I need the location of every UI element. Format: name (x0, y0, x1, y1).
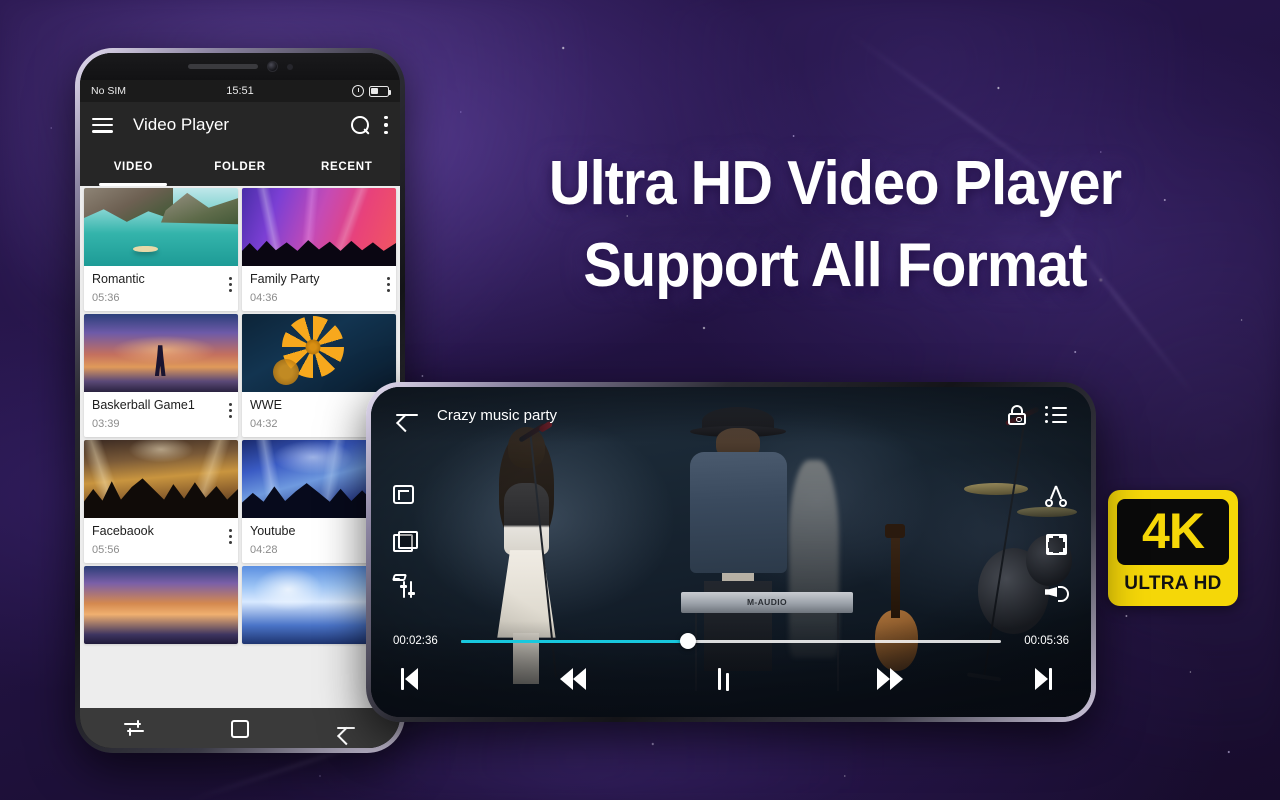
video-title: Romantic (92, 272, 145, 286)
tab-video[interactable]: VIDEO (80, 148, 187, 186)
scissors-cut-icon[interactable] (1045, 485, 1067, 507)
video-card-partial[interactable] (84, 566, 238, 644)
seek-row: 00:02:36 00:05:36 (393, 633, 1069, 649)
video-card[interactable]: Baskerball Game1 03:39 (84, 314, 238, 437)
video-player-app-screen: No SIM 15:51 Video Player VIDEO FOLDER R… (80, 53, 400, 748)
player-top-bar: Crazy music party (371, 387, 1091, 443)
proximity-sensor-icon (286, 63, 293, 70)
video-options-icon[interactable] (228, 403, 232, 418)
video-options-icon[interactable] (228, 529, 232, 544)
headline-line-2: Support All Format (583, 230, 1087, 300)
video-playback-screen: M-AUDIO Crazy music party (371, 387, 1091, 717)
video-title: Family Party (250, 272, 320, 286)
search-icon[interactable] (351, 115, 370, 135)
video-card[interactable]: Facebaook 05:56 (84, 440, 238, 563)
front-camera-icon (266, 61, 278, 72)
battery-icon (369, 85, 392, 97)
4k-label: 4K (1142, 503, 1205, 559)
video-thumbnail (84, 314, 238, 392)
hamburger-menu-icon[interactable] (92, 117, 113, 133)
unlock-icon[interactable] (1007, 404, 1027, 426)
video-duration: 05:36 (92, 292, 120, 304)
4k-ultra-hd-badge: 4K ULTRA HD (1108, 490, 1238, 606)
4k-badge-inner: 4K (1117, 499, 1229, 565)
right-phone-mockup: M-AUDIO Crazy music party (366, 382, 1096, 722)
video-grid[interactable]: Romantic 05:36 Family Party 04:36 Basker… (80, 186, 400, 708)
phone-top-bezel (80, 53, 400, 80)
marketing-headline: Ultra HD Video Player Support All Format (482, 143, 1189, 307)
video-title: Baskerball Game1 (92, 398, 195, 412)
video-meta: Romantic 05:36 (84, 266, 238, 311)
earpiece-grille (187, 64, 258, 69)
player-left-tools (391, 485, 418, 600)
android-nav-bar (80, 708, 400, 748)
fast-forward-icon[interactable] (876, 667, 903, 691)
picture-in-picture-icon[interactable] (393, 531, 418, 552)
video-options-icon[interactable] (386, 277, 390, 292)
video-thumbnail (242, 314, 396, 392)
left-phone-mockup: No SIM 15:51 Video Player VIDEO FOLDER R… (75, 48, 405, 753)
seek-thumb[interactable] (679, 633, 696, 649)
status-icons (352, 85, 392, 97)
equalizer-icon[interactable] (391, 574, 415, 600)
video-options-icon[interactable] (228, 277, 232, 292)
video-title: Facebaook (92, 524, 154, 538)
tab-bar: VIDEO FOLDER RECENT (80, 148, 400, 186)
status-bar: No SIM 15:51 (80, 80, 400, 102)
volume-icon[interactable] (1045, 582, 1069, 602)
player-right-tools (1045, 485, 1069, 602)
alarm-icon (352, 85, 364, 97)
player-bottom-bar: 00:02:36 00:05:36 (371, 621, 1091, 717)
video-thumbnail (84, 566, 238, 644)
back-icon[interactable] (335, 717, 357, 739)
home-icon[interactable] (231, 720, 249, 738)
crop-screenshot-icon[interactable] (393, 485, 414, 504)
video-duration: 03:39 (92, 418, 120, 430)
phone-screen-area: M-AUDIO Crazy music party (371, 387, 1091, 717)
seek-progress-fill (461, 639, 688, 643)
video-meta: Family Party 04:36 (242, 266, 396, 311)
pause-icon[interactable] (718, 667, 744, 691)
total-time-label: 00:05:36 (1024, 635, 1069, 647)
video-thumbnail (242, 188, 396, 266)
playback-controls (401, 667, 1061, 691)
skip-previous-icon[interactable] (401, 667, 427, 691)
rewind-icon[interactable] (559, 667, 586, 691)
tab-folder[interactable]: FOLDER (187, 148, 294, 186)
headline-line-1: Ultra HD Video Player (548, 149, 1122, 218)
video-meta: Baskerball Game1 03:39 (84, 392, 238, 437)
app-bar: Video Player (80, 102, 400, 148)
video-meta: Facebaook 05:56 (84, 518, 238, 563)
video-card[interactable]: Family Party 04:36 (242, 188, 396, 311)
tab-recent[interactable]: RECENT (293, 148, 400, 186)
seek-bar[interactable] (461, 633, 1001, 649)
ultra-hd-label: ULTRA HD (1124, 573, 1222, 594)
now-playing-title: Crazy music party (437, 406, 558, 424)
current-time-label: 00:02:36 (393, 635, 438, 647)
video-thumbnail (84, 440, 238, 518)
phone-screen-area: No SIM 15:51 Video Player VIDEO FOLDER R… (80, 53, 400, 748)
back-arrow-icon[interactable] (395, 406, 419, 424)
app-title: Video Player (133, 115, 230, 134)
video-card[interactable]: Romantic 05:36 (84, 188, 238, 311)
video-duration: 04:36 (250, 292, 278, 304)
playlist-icon[interactable] (1045, 406, 1067, 424)
video-duration: 05:56 (92, 544, 120, 556)
more-vertical-icon[interactable] (384, 116, 388, 134)
video-thumbnail (84, 188, 238, 266)
skip-next-icon[interactable] (1035, 667, 1061, 691)
recents-icon[interactable] (123, 717, 145, 739)
fullscreen-icon[interactable] (1045, 534, 1067, 555)
